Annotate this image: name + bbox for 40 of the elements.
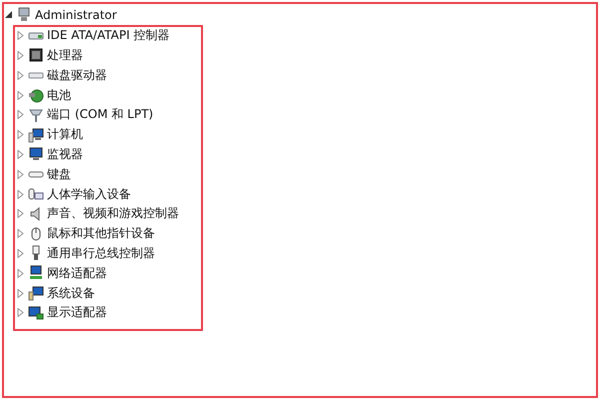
network-icon: [28, 265, 44, 282]
collapse-icon[interactable]: [4, 10, 13, 20]
expand-icon[interactable]: [16, 130, 25, 140]
expand-icon[interactable]: [16, 90, 25, 100]
expand-icon[interactable]: [16, 209, 25, 218]
tree-item[interactable]: 端口 (COM 和 LPT): [47, 106, 154, 124]
expand-icon[interactable]: [16, 70, 25, 80]
tree-item[interactable]: 处理器: [47, 46, 83, 64]
tree-item[interactable]: 计算机: [47, 126, 83, 144]
expand-icon[interactable]: [16, 229, 25, 238]
expand-icon[interactable]: [16, 190, 25, 199]
tree-item[interactable]: 键盘: [47, 166, 71, 183]
tree-item[interactable]: Administrator: [35, 8, 117, 22]
tree-item[interactable]: 人体学输入设备: [47, 186, 131, 203]
computer-icon: [28, 126, 44, 143]
computer-icon: [16, 6, 32, 23]
tree-item[interactable]: 鼠标和其他指针设备: [47, 225, 155, 242]
chip-icon: [28, 47, 44, 64]
expand-icon[interactable]: [16, 308, 25, 318]
expand-icon[interactable]: [16, 50, 25, 60]
tree-item[interactable]: 电池: [47, 86, 71, 104]
expand-icon[interactable]: [16, 31, 25, 40]
tree-item[interactable]: 显示适配器: [47, 304, 107, 322]
battery-icon: [28, 87, 44, 104]
tree-item[interactable]: 系统设备: [47, 284, 95, 302]
tree-item[interactable]: 磁盘驱动器: [47, 66, 107, 84]
expand-icon[interactable]: [16, 268, 25, 278]
tree-item[interactable]: 监视器: [47, 146, 83, 163]
tree-item[interactable]: IDE ATA/ATAPI 控制器: [47, 27, 170, 44]
expand-icon[interactable]: [16, 288, 25, 298]
expand-icon[interactable]: [16, 248, 25, 258]
tree-item[interactable]: 通用串行总线控制器: [47, 244, 155, 262]
monitor-icon: [28, 304, 44, 321]
monitor-icon: [28, 146, 44, 162]
computer-icon: [28, 285, 44, 302]
tree-item[interactable]: 声音、视频和游戏控制器: [47, 205, 179, 222]
expand-icon[interactable]: [16, 170, 25, 179]
expand-icon[interactable]: [16, 150, 25, 159]
expand-icon[interactable]: [16, 110, 25, 120]
tree-item[interactable]: 网络适配器: [47, 264, 107, 282]
